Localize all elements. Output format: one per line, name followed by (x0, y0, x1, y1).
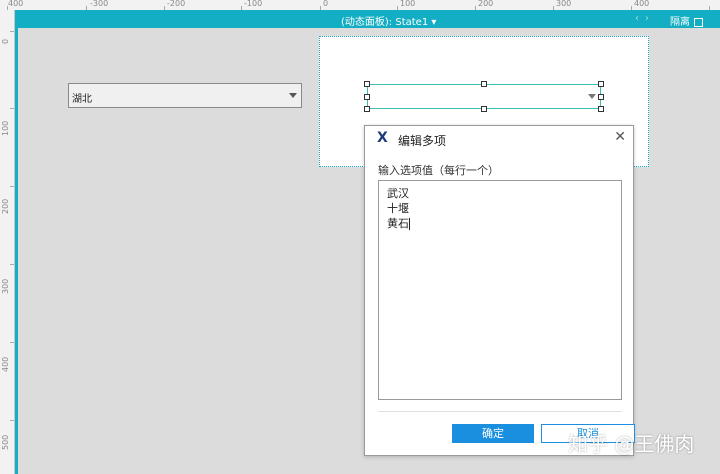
options-textarea[interactable]: 武汉 十堰 黄石 (378, 180, 622, 400)
resize-handle[interactable] (364, 94, 370, 100)
ruler-label: 100 (1, 120, 10, 136)
chevron-down-icon (289, 93, 297, 98)
close-icon[interactable]: ✕ (614, 129, 626, 145)
text-caret (409, 218, 410, 230)
isolate-button[interactable]: 隔离 (670, 13, 703, 28)
resize-handle[interactable] (598, 94, 604, 100)
ruler-label: -300 (90, 0, 109, 8)
province-dropdown[interactable]: 湖北 (68, 83, 302, 108)
ruler-label: 0 (1, 38, 10, 44)
isolate-label: 隔离 (670, 17, 690, 28)
vertical-ruler: 0 100 200 300 400 500 (0, 10, 15, 474)
ruler-label: 0 (323, 0, 329, 8)
ruler-label: 200 (1, 198, 10, 214)
state-title: (动态面板): State1 (341, 17, 429, 28)
axure-x-icon: X (377, 130, 388, 146)
ok-button[interactable]: 确定 (452, 424, 534, 443)
resize-handle[interactable] (481, 106, 487, 112)
ruler-label: 500 (1, 434, 10, 450)
dropdown-value: 湖北 (72, 94, 92, 105)
resize-handle[interactable] (598, 106, 604, 112)
resize-handle[interactable] (364, 106, 370, 112)
resize-handle[interactable] (481, 81, 487, 87)
chevron-down-icon (588, 94, 596, 99)
state-nav-arrows[interactable]: ‹› (635, 13, 655, 24)
option-line: 黄石 (387, 217, 409, 230)
dynamic-panel-state-bar: (动态面板): State1 ▾ ‹› 隔离 ✕ (15, 10, 720, 28)
watermark: 知乎 @王佛肉 (568, 432, 695, 456)
ruler-label: 200 (478, 0, 494, 8)
ruler-label: -100 (244, 0, 263, 8)
panel-guide-line (15, 10, 18, 474)
option-line: 武汉 (387, 187, 409, 200)
resize-handle[interactable] (598, 81, 604, 87)
option-line-last: 黄石 (387, 216, 613, 231)
options-label: 输入选项值（每行一个） (378, 164, 499, 177)
dialog-divider (378, 411, 622, 412)
chevron-down-icon: ▾ (431, 17, 437, 28)
option-line: 十堰 (387, 202, 409, 215)
ruler-label: 300 (556, 0, 572, 8)
ruler-label: 100 (400, 0, 416, 8)
resize-handle[interactable] (364, 81, 370, 87)
ruler-label: 400 (8, 0, 24, 8)
state-selector[interactable]: (动态面板): State1 ▾ (341, 13, 436, 28)
edit-options-dialog: X 编辑多项 ✕ 输入选项值（每行一个） 武汉 十堰 黄石 确定 取消 (364, 125, 635, 456)
dialog-title: 编辑多项 (398, 134, 447, 148)
dialog-title-bar: X 编辑多项 ✕ (365, 126, 633, 150)
ruler-label: 300 (1, 278, 10, 294)
isolate-icon (694, 17, 703, 27)
ruler-label: 400 (1, 356, 10, 372)
ruler-label: 400 (634, 0, 650, 8)
ruler-label: -200 (167, 0, 186, 8)
